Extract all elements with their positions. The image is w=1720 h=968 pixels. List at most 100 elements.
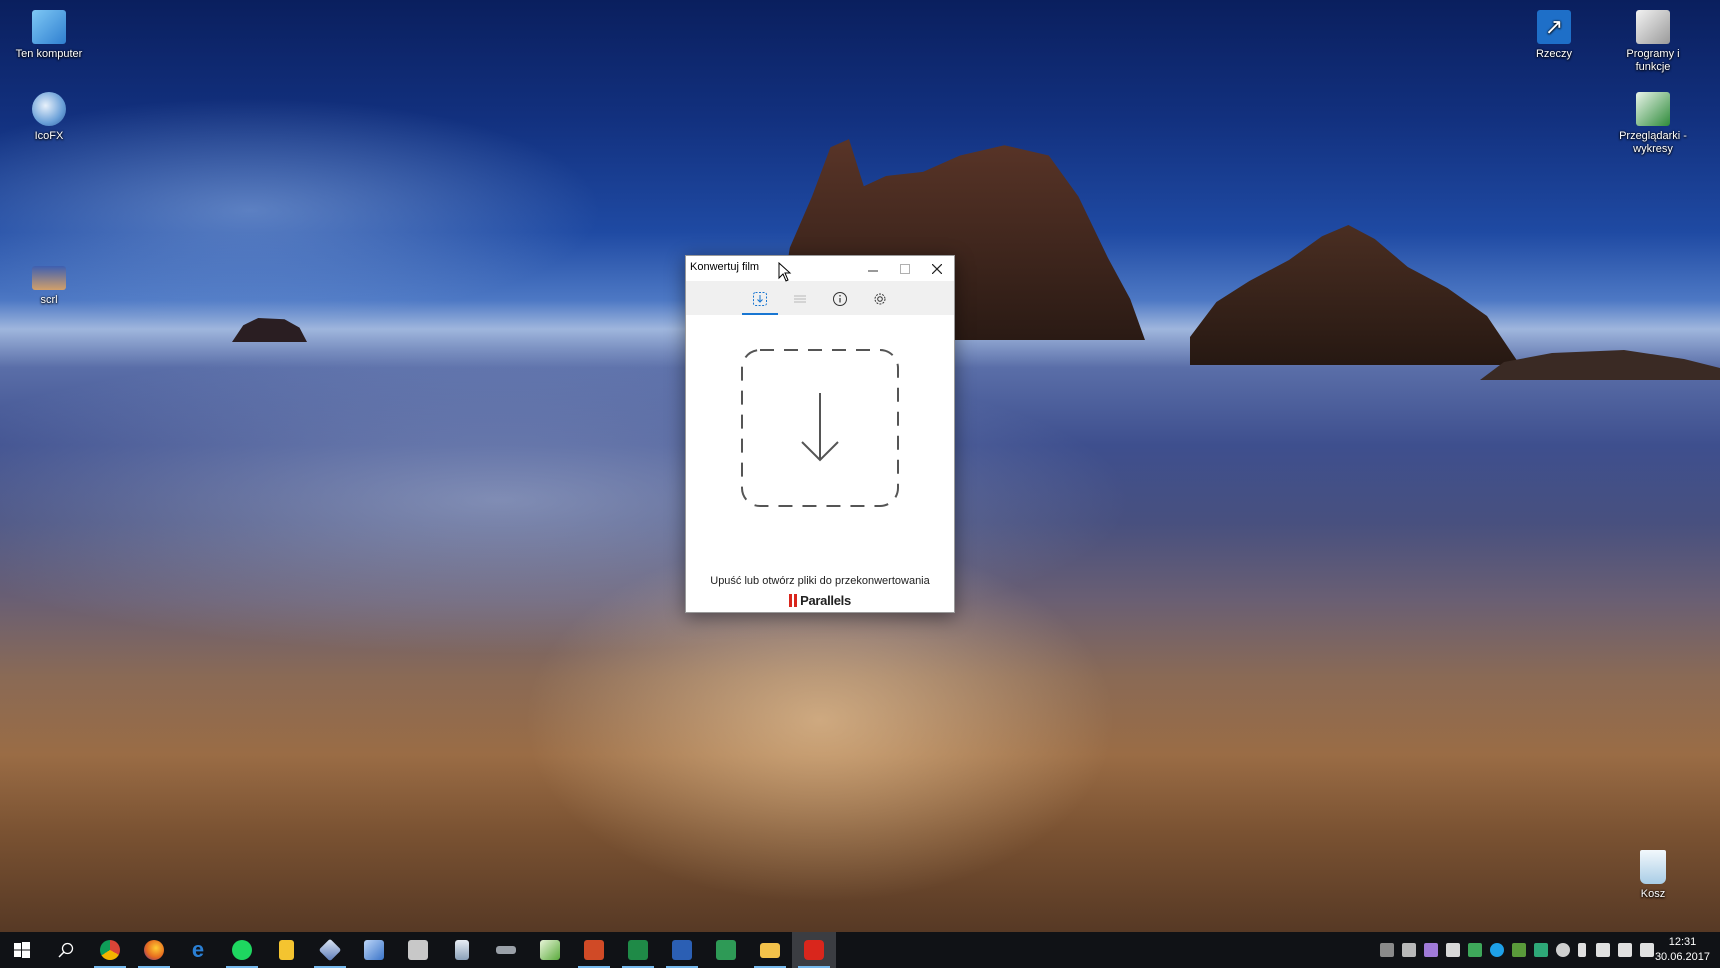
desktop-icon-scrl[interactable]: scrl <box>4 266 94 307</box>
tray-nvidia-icon[interactable] <box>1512 943 1526 957</box>
tab-info[interactable] <box>822 285 858 313</box>
tray-volume-icon[interactable] <box>1618 943 1632 957</box>
jar-icon <box>455 940 469 960</box>
taskbar-plane-app[interactable] <box>484 932 528 968</box>
taskbar-firefox[interactable] <box>132 932 176 968</box>
start-button[interactable] <box>0 932 44 968</box>
desktop-icon-label: Programy i funkcje <box>1626 48 1680 73</box>
s-app-icon <box>716 940 736 960</box>
taskbar: e 12:31 30.06.2017 <box>0 932 1720 968</box>
taskbar-file-explorer[interactable] <box>748 932 792 968</box>
window-title: Konwertuj film <box>690 261 760 273</box>
brand-name: Parallels <box>800 593 851 608</box>
tray-chat-icon[interactable] <box>1446 943 1460 957</box>
note-icon <box>278 940 294 960</box>
info-icon <box>833 292 847 306</box>
maximize-icon <box>900 263 910 274</box>
tray-gear-app-icon[interactable] <box>1402 943 1416 957</box>
word-icon <box>672 940 692 960</box>
close-button[interactable] <box>921 256 953 281</box>
minimize-button[interactable] <box>857 256 889 281</box>
windows-icon <box>14 942 30 958</box>
drop-instructions: Upuść lub otwórz pliki do przekonwertowa… <box>710 575 930 587</box>
desktop-icon-browsers-charts[interactable]: Przeglądarki - wykresy <box>1608 92 1698 156</box>
taskbar-keep[interactable] <box>264 932 308 968</box>
taskbar-chrome[interactable] <box>88 932 132 968</box>
tray-network-app-icon[interactable] <box>1534 943 1548 957</box>
tray-pen-icon[interactable] <box>1424 943 1438 957</box>
clock-date: 30.06.2017 <box>1654 951 1710 963</box>
chart-editor-icon <box>540 940 560 960</box>
list-icon <box>794 295 806 303</box>
parallels-bars-icon <box>789 594 798 607</box>
desktop-icon-label: Ten komputer <box>15 48 83 60</box>
taskbar-latex[interactable] <box>396 932 440 968</box>
desktop-icon-label: IcoFX <box>34 130 64 142</box>
taskbar-editor[interactable] <box>528 932 572 968</box>
video-converter-icon <box>804 940 824 960</box>
convert-video-window: Konwertuj film Upuść lub otwórz pliki do… <box>685 255 955 613</box>
cube-icon <box>318 938 342 962</box>
firefox-icon <box>144 940 164 960</box>
icofx-icon <box>32 92 66 126</box>
recycle-bin-icon <box>1640 850 1666 884</box>
box-icon <box>364 940 384 960</box>
programs-icon <box>1636 10 1670 44</box>
search-icon <box>58 942 74 958</box>
desktop-icon-programs[interactable]: Programy i funkcje <box>1608 10 1698 74</box>
desktop-icon-label: scrl <box>40 294 58 306</box>
plane-icon <box>496 946 516 954</box>
tray-notifications-icon[interactable] <box>1640 943 1654 957</box>
maximize-button[interactable] <box>889 256 921 281</box>
desktop: Ten komputer IcoFX scrl ↗ Rzeczy Program… <box>0 0 1720 968</box>
spreadsheet-icon <box>1636 92 1670 126</box>
taskbar-excel[interactable] <box>616 932 660 968</box>
chrome-icon <box>100 940 120 960</box>
tex-icon <box>408 940 428 960</box>
tray-network-icon[interactable] <box>1596 943 1610 957</box>
taskbar-edge[interactable]: e <box>176 932 220 968</box>
taskbar-spotify[interactable] <box>220 932 264 968</box>
tab-import[interactable] <box>742 285 778 315</box>
desktop-icon-label: Rzeczy <box>1535 48 1573 60</box>
tray-app-icon[interactable] <box>1380 943 1394 957</box>
parallels-logo: Parallels <box>686 593 954 608</box>
taskbar-app-s[interactable] <box>704 932 748 968</box>
desktop-icon-icofx[interactable]: IcoFX <box>4 92 94 143</box>
taskbar-powerpoint[interactable] <box>572 932 616 968</box>
tab-queue[interactable] <box>782 285 818 313</box>
minimize-icon <box>868 270 878 271</box>
toolbar <box>686 281 954 315</box>
taskbar-word[interactable] <box>660 932 704 968</box>
desktop-icon-this-pc[interactable]: Ten komputer <box>4 10 94 61</box>
search-button[interactable] <box>44 932 88 968</box>
gear-icon <box>874 293 886 305</box>
desktop-icon-recycle-bin[interactable]: Kosz <box>1608 850 1698 901</box>
computer-icon <box>32 10 66 44</box>
desktop-icon-rzeczy[interactable]: ↗ Rzeczy <box>1509 10 1599 61</box>
tray-cloud-icon[interactable] <box>1556 943 1570 957</box>
taskbar-app-cube[interactable] <box>352 932 396 968</box>
tab-settings[interactable] <box>862 285 898 313</box>
tray-sync-icon[interactable] <box>1490 943 1504 957</box>
folder-icon <box>760 942 780 958</box>
desktop-icon-label: Przeglądarki - wykresy <box>1619 130 1687 155</box>
tray-drive-icon[interactable] <box>1468 943 1482 957</box>
excel-icon <box>628 940 648 960</box>
drop-zone[interactable] <box>740 348 900 508</box>
taskbar-clock[interactable]: 12:31 30.06.2017 <box>1655 935 1710 965</box>
import-icon <box>753 292 767 306</box>
desktop-icon-label: Kosz <box>1640 888 1666 900</box>
clock-time: 12:31 <box>1668 936 1697 948</box>
mouse-cursor-icon <box>778 262 792 282</box>
drop-target-icon <box>741 349 899 507</box>
taskbar-video-converter[interactable] <box>792 932 836 968</box>
title-bar[interactable]: Konwertuj film <box>686 256 954 281</box>
powerpoint-icon <box>584 940 604 960</box>
taskbar-jar-app[interactable] <box>440 932 484 968</box>
tray-usb-icon[interactable] <box>1578 943 1586 957</box>
taskbar-virtualbox[interactable] <box>308 932 352 968</box>
sea-rock <box>1480 350 1720 380</box>
edge-icon: e <box>191 937 205 962</box>
spotify-icon <box>232 940 252 960</box>
